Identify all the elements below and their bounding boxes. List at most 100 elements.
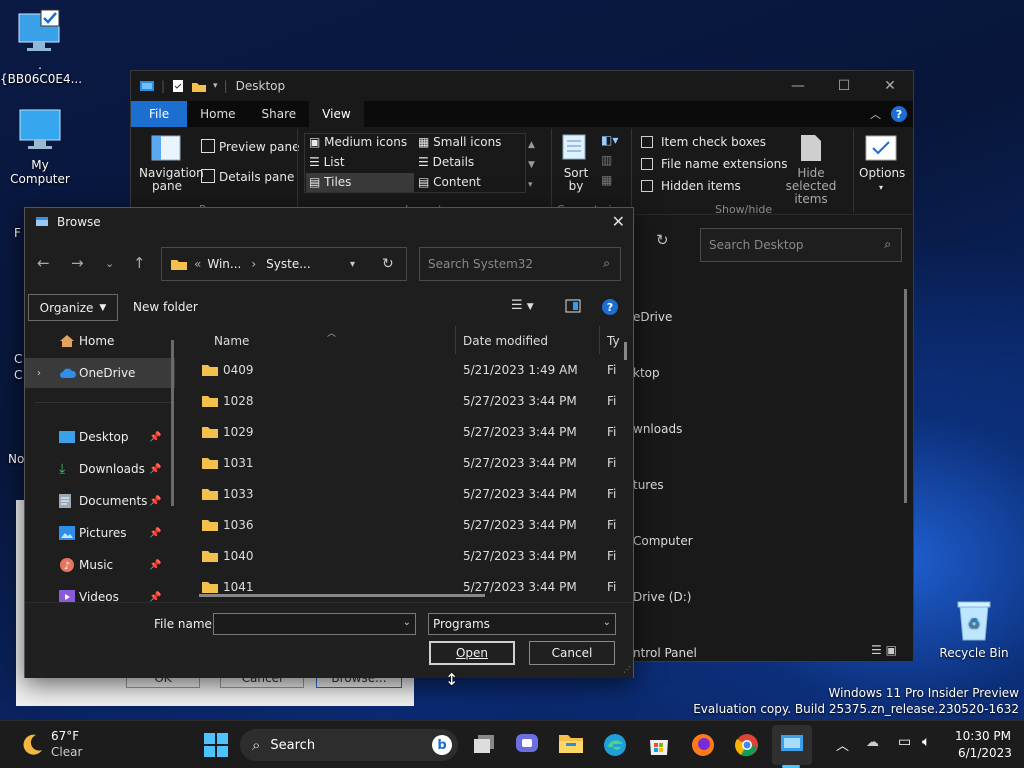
breadcrumb-item[interactable]: Win... [207, 257, 241, 271]
file-row[interactable]: 1041 5/27/2023 3:44 PM Fi [183, 571, 633, 602]
recent-locations-button[interactable]: ⌄ [105, 257, 114, 270]
folder-icon[interactable] [191, 80, 207, 93]
pin-icon[interactable]: 📌 [149, 496, 161, 507]
bing-icon[interactable]: b [432, 735, 452, 755]
forward-button[interactable]: → [71, 254, 84, 272]
group-by-icon[interactable]: ◧▾ [601, 133, 618, 147]
column-header-type[interactable]: Ty [607, 326, 620, 356]
layout-list[interactable]: ☰ List [309, 155, 345, 169]
horizontal-scrollbar[interactable] [199, 594, 485, 597]
nav-item-downloads[interactable]: ⤓ Downloads 📌 [25, 454, 175, 484]
column-header-name[interactable]: Name [214, 326, 249, 356]
item-check-boxes-option[interactable]: Item check boxes [641, 135, 766, 149]
nav-pane-scrollbar[interactable] [171, 340, 174, 506]
refresh-icon[interactable]: ↻ [656, 231, 669, 249]
pin-icon[interactable]: 📌 [149, 560, 161, 571]
tab-home[interactable]: Home [187, 101, 248, 127]
tab-share[interactable]: Share [249, 101, 310, 127]
refresh-icon[interactable]: ↻ [382, 256, 394, 272]
volume-icon[interactable]: 🔈︎ [922, 734, 930, 750]
task-view-icon[interactable] [472, 733, 496, 755]
nav-item-home[interactable]: Home [25, 326, 175, 356]
layout-scroll-icon[interactable]: ▲ ▼ ▾ [528, 135, 535, 195]
nav-item-documents[interactable]: Documents 📌 [25, 486, 175, 516]
preview-pane-icon[interactable] [565, 299, 581, 313]
explorer-search-box[interactable]: Search Desktop ⌕ [700, 228, 902, 262]
control-panel-taskbar-icon[interactable] [780, 733, 804, 755]
weather-moon-icon[interactable] [18, 731, 44, 757]
desktop-icon-shortcut[interactable]: .{BB06C0E4... [0, 8, 82, 86]
file-row[interactable]: 1029 5/27/2023 3:44 PM Fi [183, 416, 633, 447]
hide-selected-items-button[interactable]: Hide selected items [771, 167, 851, 206]
pin-icon[interactable]: 📌 [149, 464, 161, 475]
pin-icon[interactable]: 📌 [149, 592, 161, 603]
network-icon[interactable]: ▭ [898, 734, 911, 750]
tab-view[interactable]: View [309, 101, 364, 127]
back-button[interactable]: ← [37, 254, 50, 272]
clock-time[interactable]: 10:30 PM [955, 729, 1011, 743]
explorer-item[interactable]: tures [633, 457, 697, 513]
microsoft-store-icon[interactable] [647, 733, 671, 757]
address-bar[interactable]: « Win... › Syste... ▾ ↻ [161, 247, 407, 281]
browse-search-box[interactable]: Search System32 ⌕ [419, 247, 621, 281]
file-row[interactable]: 1031 5/27/2023 3:44 PM Fi [183, 447, 633, 478]
my-computer-desktop-icon[interactable]: My Computer [0, 108, 80, 186]
customize-toolbar-icon[interactable]: ▾ [213, 81, 218, 91]
cancel-button[interactable]: Cancel [529, 641, 615, 665]
help-icon[interactable]: ? [602, 299, 618, 315]
file-type-filter[interactable]: Programs ⌄ [428, 613, 616, 635]
explorer-item[interactable]: Drive (D:) [633, 569, 697, 625]
details-pane-button[interactable]: Details pane [201, 169, 294, 184]
layout-tiles[interactable]: ▤ Tiles [306, 173, 414, 192]
maximize-button[interactable]: ☐ [821, 71, 867, 101]
add-columns-icon[interactable]: ▥ [601, 153, 612, 167]
show-hidden-icons-chevron[interactable]: ︿ [836, 735, 849, 754]
collapse-ribbon-icon[interactable]: ︿ [870, 106, 881, 122]
clock-date[interactable]: 6/1/2023 [958, 746, 1012, 760]
explorer-item[interactable]: wnloads [633, 401, 697, 457]
recycle-bin-desktop-icon[interactable]: ♻ Recycle Bin [934, 598, 1014, 660]
taskbar-search-box[interactable]: ⌕ Search b [240, 729, 458, 761]
preview-pane-button[interactable]: Preview pane [201, 139, 299, 154]
size-columns-icon[interactable]: ▦ [601, 173, 612, 187]
chrome-icon[interactable] [735, 733, 759, 757]
file-name-input[interactable]: ⌄ [213, 613, 416, 635]
weather-temp[interactable]: 67°F [51, 729, 79, 743]
explorer-item[interactable]: ntrol Panel [633, 625, 697, 681]
open-button[interactable]: Open [429, 641, 515, 665]
explorer-item[interactable]: ktop [633, 345, 697, 401]
navigation-pane-button[interactable]: Navigation pane [139, 167, 204, 193]
explorer-scrollbar[interactable] [904, 289, 907, 503]
start-button[interactable] [204, 733, 228, 757]
firefox-icon[interactable] [691, 733, 715, 757]
file-row[interactable]: 1040 5/27/2023 3:44 PM Fi [183, 540, 633, 571]
close-icon[interactable]: ✕ [612, 212, 625, 231]
expand-chevron-icon[interactable]: › [37, 368, 41, 379]
view-toggle-icons[interactable]: ☰ ▣ [871, 643, 897, 657]
file-explorer-taskbar-icon[interactable] [558, 731, 584, 755]
close-button[interactable]: ✕ [867, 71, 913, 101]
hidden-items-option[interactable]: Hidden items [641, 179, 741, 193]
teams-chat-icon[interactable] [515, 733, 539, 755]
layout-small-icons[interactable]: ▦ Small icons [418, 135, 501, 149]
layout-content[interactable]: ▤ Content [418, 175, 481, 189]
address-dropdown-icon[interactable]: ▾ [350, 259, 355, 270]
file-row[interactable]: 1028 5/27/2023 3:44 PM Fi [183, 385, 633, 416]
properties-icon[interactable] [171, 79, 185, 93]
nav-item-music[interactable]: ♪ Music 📌 [25, 550, 175, 580]
up-button[interactable]: ↑ [133, 254, 146, 272]
nav-item-onedrive[interactable]: › OneDrive [25, 358, 175, 388]
help-icon[interactable]: ? [891, 106, 907, 122]
resize-grip-icon[interactable]: ⋰ [623, 665, 631, 674]
minimize-button[interactable]: — [775, 71, 821, 101]
file-name-extensions-option[interactable]: File name extensions [641, 157, 788, 171]
tab-file[interactable]: File [131, 101, 188, 127]
options-button[interactable]: Options ▾ [859, 167, 905, 194]
file-row[interactable]: 1036 5/27/2023 3:44 PM Fi [183, 509, 633, 540]
explorer-item[interactable]: Computer [633, 513, 697, 569]
pin-icon[interactable]: 📌 [149, 432, 161, 443]
onedrive-offline-icon[interactable]: ☁ [866, 735, 879, 750]
explorer-item[interactable]: eDrive [633, 289, 697, 345]
chevron-down-icon[interactable]: ⌄ [403, 617, 411, 628]
pin-icon[interactable]: 📌 [149, 528, 161, 539]
